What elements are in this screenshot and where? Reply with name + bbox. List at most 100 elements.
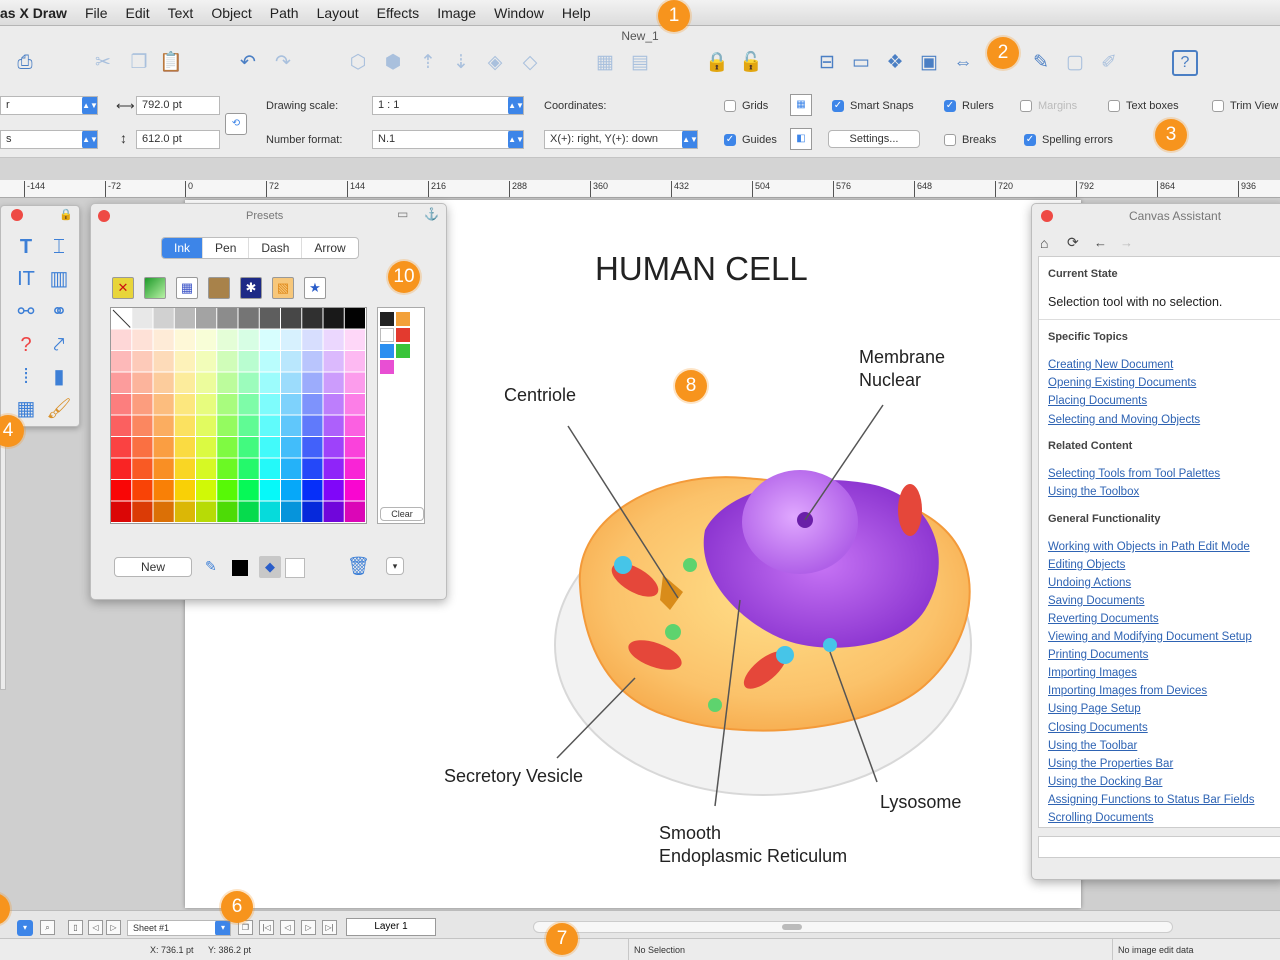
pattern-icon[interactable]: ✕ bbox=[112, 277, 134, 299]
color-swatch[interactable] bbox=[259, 415, 280, 437]
color-swatch[interactable] bbox=[238, 501, 259, 523]
color-swatch[interactable] bbox=[281, 415, 302, 437]
color-swatch[interactable] bbox=[132, 415, 153, 437]
gradient-icon[interactable] bbox=[144, 277, 166, 299]
color-swatch[interactable] bbox=[281, 351, 302, 372]
number-format-select[interactable]: N.1 ▲▼ bbox=[372, 130, 524, 149]
color-swatch[interactable] bbox=[323, 329, 344, 351]
color-swatch[interactable] bbox=[174, 480, 195, 501]
color-swatch[interactable] bbox=[344, 458, 365, 480]
color-swatch[interactable] bbox=[238, 308, 259, 329]
color-swatch[interactable] bbox=[132, 372, 153, 394]
swatch[interactable] bbox=[380, 360, 394, 374]
color-swatch[interactable] bbox=[217, 480, 238, 501]
page-icon[interactable]: ▯ bbox=[68, 920, 83, 935]
help-link[interactable]: Using the Toolbox bbox=[1048, 486, 1139, 498]
lock-icon[interactable]: 🔒 bbox=[704, 50, 730, 76]
color-swatch[interactable] bbox=[344, 394, 365, 415]
texture-icon[interactable] bbox=[208, 277, 230, 299]
color-swatch[interactable] bbox=[111, 501, 132, 523]
settings-button[interactable]: Settings... bbox=[828, 130, 920, 148]
zoom-icon[interactable]: ⌕ bbox=[40, 920, 55, 935]
color-swatch[interactable] bbox=[153, 437, 174, 458]
color-swatch[interactable] bbox=[238, 372, 259, 394]
color-swatch-grid[interactable] bbox=[111, 308, 366, 523]
color-swatch[interactable] bbox=[323, 501, 344, 523]
swap-dimensions-icon[interactable]: ⟲ bbox=[225, 113, 247, 135]
color-swatch[interactable] bbox=[302, 480, 323, 501]
symbol-icon[interactable]: ❖ bbox=[882, 50, 908, 76]
swatch[interactable] bbox=[396, 312, 410, 326]
monitor-icon[interactable]: ▢ bbox=[1062, 50, 1088, 76]
swatch[interactable] bbox=[396, 328, 410, 342]
color-swatch[interactable] bbox=[323, 394, 344, 415]
trash-icon[interactable]: 🗑 bbox=[347, 556, 370, 577]
color-swatch[interactable] bbox=[132, 501, 153, 523]
color-swatch[interactable] bbox=[302, 351, 323, 372]
help-link[interactable]: Reverting Documents bbox=[1048, 613, 1159, 625]
redo-icon[interactable]: ↷ bbox=[270, 50, 296, 76]
menu-object[interactable]: Object bbox=[202, 5, 260, 21]
clear-button[interactable]: Clear bbox=[380, 507, 424, 521]
ungroup-icon[interactable]: ⬢ bbox=[380, 50, 406, 76]
color-swatch[interactable] bbox=[196, 329, 217, 351]
label-secretory-vesicle[interactable]: Secretory Vesicle bbox=[444, 765, 583, 788]
cut-icon[interactable]: ✂ bbox=[90, 50, 116, 76]
chevron-down-icon[interactable]: ▾ bbox=[386, 557, 404, 575]
swatch[interactable] bbox=[380, 312, 394, 326]
color-swatch[interactable] bbox=[259, 501, 280, 523]
edit-icon[interactable]: ✎ bbox=[1028, 50, 1054, 76]
menu-edit[interactable]: Edit bbox=[117, 5, 159, 21]
bring-to-front-icon[interactable]: ◈ bbox=[482, 50, 508, 76]
help-link[interactable]: Editing Objects bbox=[1048, 559, 1125, 571]
rulers-checkbox[interactable]: ✓ Rulers bbox=[944, 98, 994, 114]
color-swatch[interactable] bbox=[153, 308, 174, 329]
color-swatch[interactable] bbox=[344, 329, 365, 351]
color-swatch[interactable] bbox=[132, 308, 153, 329]
color-swatch[interactable] bbox=[174, 501, 195, 523]
color-swatch[interactable] bbox=[111, 458, 132, 480]
help-link[interactable]: Viewing and Modifying Document Setup bbox=[1048, 631, 1252, 643]
help-link[interactable]: Creating New Document bbox=[1048, 359, 1173, 371]
color-swatch[interactable] bbox=[174, 329, 195, 351]
grid-settings-icon[interactable]: ▦ bbox=[790, 94, 812, 116]
color-swatch[interactable] bbox=[302, 458, 323, 480]
menu-text[interactable]: Text bbox=[159, 5, 203, 21]
grids-checkbox[interactable]: Grids bbox=[724, 98, 768, 114]
fit-width-icon[interactable]: ⇔ bbox=[950, 50, 976, 76]
fill-bucket-icon[interactable]: ◆ bbox=[259, 556, 281, 578]
image-fill-icon[interactable]: ✱ bbox=[240, 277, 262, 299]
color-swatch[interactable] bbox=[174, 351, 195, 372]
color-swatch[interactable] bbox=[132, 394, 153, 415]
height-field[interactable]: 612.0 pt bbox=[136, 130, 220, 149]
menu-help[interactable]: Help bbox=[553, 5, 600, 21]
margins-checkbox[interactable]: Margins bbox=[1020, 98, 1077, 114]
stepper-icon[interactable]: ▲▼ bbox=[82, 97, 97, 114]
color-swatch[interactable] bbox=[217, 458, 238, 480]
zoom-dropdown-icon[interactable]: ▾ bbox=[17, 920, 33, 936]
close-icon[interactable] bbox=[11, 209, 23, 221]
color-swatch[interactable] bbox=[238, 329, 259, 351]
first-layer-icon[interactable]: |◁ bbox=[259, 920, 274, 935]
color-swatch[interactable] bbox=[302, 329, 323, 351]
copy-icon[interactable]: ❐ bbox=[126, 50, 152, 76]
app-menu[interactable]: as X Draw bbox=[0, 5, 76, 21]
color-swatch[interactable] bbox=[302, 501, 323, 523]
back-icon[interactable]: ← bbox=[1094, 235, 1107, 250]
color-swatch[interactable] bbox=[111, 480, 132, 501]
color-swatch[interactable] bbox=[196, 351, 217, 372]
help-link[interactable]: Opening Existing Documents bbox=[1048, 377, 1196, 389]
menu-layout[interactable]: Layout bbox=[308, 5, 368, 21]
color-swatch[interactable] bbox=[323, 480, 344, 501]
send-backward-icon[interactable]: ⇣ bbox=[448, 50, 474, 76]
color-swatch[interactable] bbox=[238, 415, 259, 437]
color-swatch[interactable] bbox=[132, 480, 153, 501]
color-swatch[interactable] bbox=[132, 329, 153, 351]
custom-swatches[interactable]: Clear bbox=[377, 307, 425, 524]
paste-icon[interactable]: 📋 bbox=[158, 50, 184, 76]
color-swatch[interactable] bbox=[153, 372, 174, 394]
breaks-checkbox[interactable]: Breaks bbox=[944, 132, 996, 148]
smart-snaps-checkbox[interactable]: ✓ Smart Snaps bbox=[832, 98, 914, 114]
color-swatch[interactable] bbox=[153, 351, 174, 372]
color-swatch[interactable] bbox=[174, 437, 195, 458]
